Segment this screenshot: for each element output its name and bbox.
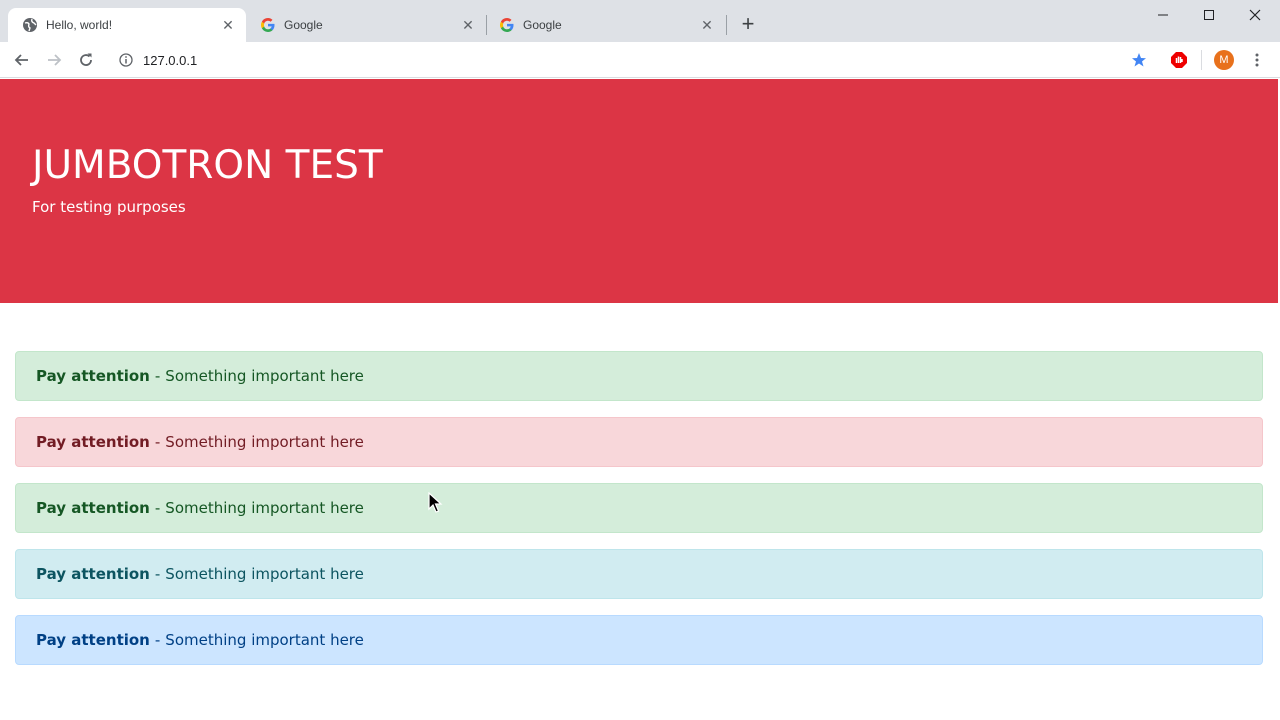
alert-primary: Pay attention - Something important here [15, 615, 1263, 665]
bookmark-star-button[interactable] [1125, 46, 1153, 74]
alert-strong-text: Pay attention [36, 367, 150, 385]
alert-text: Something important here [165, 565, 364, 583]
maximize-icon [1204, 10, 1214, 20]
tab-title: Hello, world! [46, 18, 113, 32]
browser-toolbar: 127.0.0.1 [0, 42, 1280, 78]
jumbotron-title: JUMBOTRON TEST [32, 143, 383, 188]
back-arrow-icon [14, 54, 28, 66]
reload-icon [80, 53, 92, 66]
tab-strip: Hello, world! ✕ Google ✕ Google ✕ + [0, 0, 1280, 42]
globe-icon [22, 17, 38, 33]
alert-separator: - [154, 433, 161, 451]
close-window-button[interactable] [1232, 0, 1278, 30]
forward-button[interactable] [40, 46, 68, 74]
address-url: 127.0.0.1 [143, 52, 198, 68]
alert-strong-text: Pay attention [36, 565, 150, 583]
mouse-cursor-icon [428, 492, 443, 513]
alert-danger: Pay attention - Something important here [15, 417, 1263, 467]
close-tab-icon[interactable]: ✕ [220, 17, 236, 33]
alert-info: Pay attention - Something important here [15, 549, 1263, 599]
adblock-extension-icon [1171, 52, 1187, 68]
alert-strong-text: Pay attention [36, 631, 150, 649]
alert-strong-text: Pay attention [36, 499, 150, 517]
profile-avatar[interactable]: M [1214, 50, 1234, 70]
back-button[interactable] [8, 46, 36, 74]
google-icon [260, 17, 276, 33]
reload-button[interactable] [72, 46, 100, 74]
alert-text: Something important here [165, 433, 364, 451]
tab-title: Google [284, 18, 323, 32]
alert-text: Something important here [165, 631, 364, 649]
tab-title: Google [523, 18, 562, 32]
minimize-icon [1158, 14, 1168, 16]
alert-strong-text: Pay attention [36, 433, 150, 451]
alert-text: Something important here [165, 499, 364, 517]
alert-success: Pay attention - Something important here [15, 351, 1263, 401]
star-icon [1132, 53, 1146, 67]
jumbotron: JUMBOTRON TEST For testing purposes [0, 79, 1278, 303]
alert-separator: - [154, 631, 161, 649]
extension-button[interactable] [1165, 46, 1193, 74]
tab-separator [726, 15, 727, 35]
alert-text: Something important here [165, 367, 364, 385]
jumbotron-subtitle: For testing purposes [32, 197, 186, 216]
toolbar-divider [1201, 50, 1202, 70]
close-tab-icon[interactable]: ✕ [460, 17, 476, 33]
menu-button[interactable] [1243, 46, 1271, 74]
maximize-button[interactable] [1186, 0, 1232, 30]
new-tab-button[interactable]: + [737, 13, 759, 35]
tab-hello-world[interactable]: Hello, world! ✕ [8, 8, 246, 42]
alert-separator: - [154, 367, 161, 385]
alert-separator: - [154, 499, 161, 517]
close-tab-icon[interactable]: ✕ [699, 17, 715, 33]
site-info-icon[interactable] [118, 52, 134, 68]
forward-arrow-icon [48, 54, 62, 66]
alert-separator: - [154, 565, 161, 583]
kebab-menu-icon [1255, 53, 1259, 67]
tab-google-2[interactable]: Google ✕ [485, 8, 725, 42]
close-icon [1249, 9, 1261, 21]
google-icon [499, 17, 515, 33]
alert-success: Pay attention - Something important here [15, 483, 1263, 533]
alert-list: Pay attention - Something important here… [15, 351, 1263, 681]
minimize-button[interactable] [1140, 0, 1186, 30]
address-bar[interactable]: 127.0.0.1 [108, 46, 1162, 74]
tab-google-1[interactable]: Google ✕ [246, 8, 486, 42]
